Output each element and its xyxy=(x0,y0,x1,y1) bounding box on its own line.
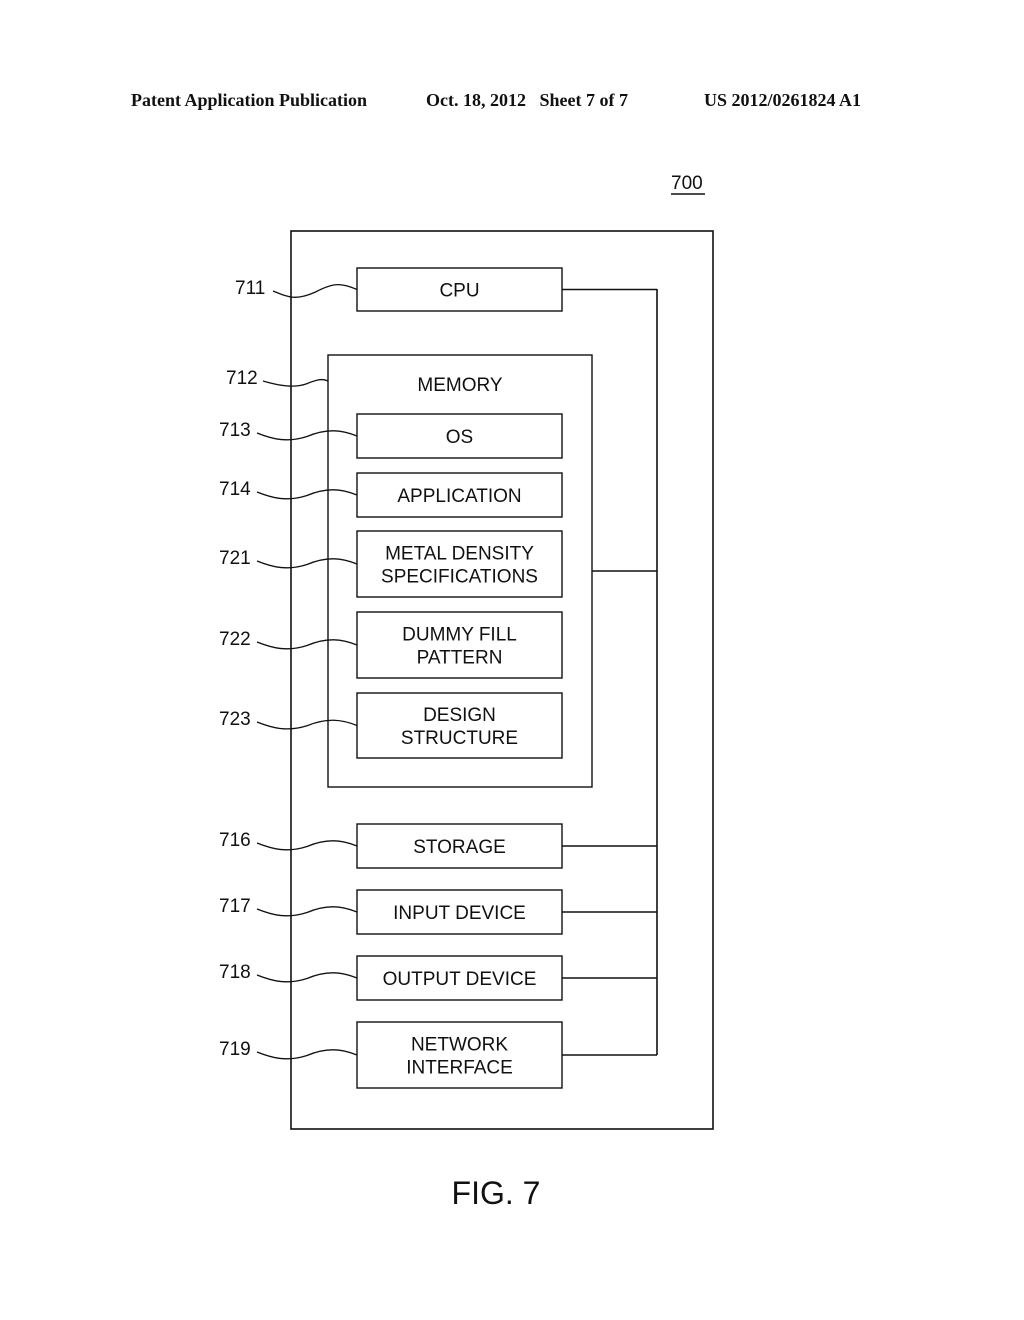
network-interface-label: NETWORK xyxy=(411,1035,508,1056)
cpu-leader-line xyxy=(272,283,358,298)
storage-leader-line xyxy=(256,840,358,851)
figure-caption: FIG. 7 xyxy=(452,1175,541,1211)
os-block: OS 713 xyxy=(219,413,563,459)
os-label: OS xyxy=(446,427,473,448)
memory-ref-number: 712 xyxy=(226,368,258,389)
design-structure-label: DESIGN xyxy=(423,705,496,726)
input-device-ref-number: 717 xyxy=(219,896,251,917)
application-leader-line xyxy=(256,489,358,500)
application-ref-number: 714 xyxy=(219,479,251,500)
memory-leader-line xyxy=(262,378,329,387)
design-structure-leader-line xyxy=(256,719,358,730)
output-device-ref-number: 718 xyxy=(219,962,251,983)
storage-block: STORAGE 716 xyxy=(219,823,657,869)
dummy-fill-label: DUMMY FILL xyxy=(402,625,517,646)
design-structure-block: DESIGNSTRUCTURE 723 xyxy=(219,692,563,759)
output-device-label: OUTPUT DEVICE xyxy=(383,969,537,990)
storage-ref-number: 716 xyxy=(219,830,251,851)
system-outer-box xyxy=(290,230,714,1130)
design-structure-ref-number: 723 xyxy=(219,709,251,730)
metal-density-label: METAL DENSITY xyxy=(385,544,534,565)
block-diagram: 700 MEMORY 712 CPU 711 OS 713 APPLICATION 714… xyxy=(219,173,714,1211)
memory-label: MEMORY xyxy=(417,375,502,396)
design-structure-label: STRUCTURE xyxy=(401,728,518,749)
metal-density-leader-line xyxy=(256,558,358,569)
network-interface-leader-line xyxy=(256,1049,358,1060)
figure-ref-number: 700 xyxy=(671,173,703,194)
metal-density-block: METAL DENSITYSPECIFICATIONS 721 xyxy=(219,530,563,598)
network-interface-block: NETWORKINTERFACE 719 xyxy=(219,1021,657,1089)
metal-density-ref-number: 721 xyxy=(219,548,251,569)
dummy-fill-block: DUMMY FILLPATTERN 722 xyxy=(219,611,563,679)
dummy-fill-label: PATTERN xyxy=(417,648,503,669)
cpu-label: CPU xyxy=(439,281,479,302)
storage-label: STORAGE xyxy=(413,837,506,858)
input-device-label: INPUT DEVICE xyxy=(393,903,526,924)
cpu-block: CPU 711 xyxy=(235,267,657,312)
application-label: APPLICATION xyxy=(397,486,521,507)
os-ref-number: 713 xyxy=(219,420,251,441)
input-device-leader-line xyxy=(256,906,358,917)
dummy-fill-ref-number: 722 xyxy=(219,629,251,650)
os-leader-line xyxy=(256,430,358,441)
dummy-fill-leader-line xyxy=(256,639,358,650)
cpu-ref-number: 711 xyxy=(235,278,265,299)
output-device-leader-line xyxy=(256,972,358,983)
application-block: APPLICATION 714 xyxy=(219,472,563,518)
network-interface-ref-number: 719 xyxy=(219,1039,251,1060)
input-device-block: INPUT DEVICE 717 xyxy=(219,889,657,935)
output-device-block: OUTPUT DEVICE 718 xyxy=(219,955,657,1001)
network-interface-label: INTERFACE xyxy=(406,1058,513,1079)
metal-density-label: SPECIFICATIONS xyxy=(381,567,538,588)
